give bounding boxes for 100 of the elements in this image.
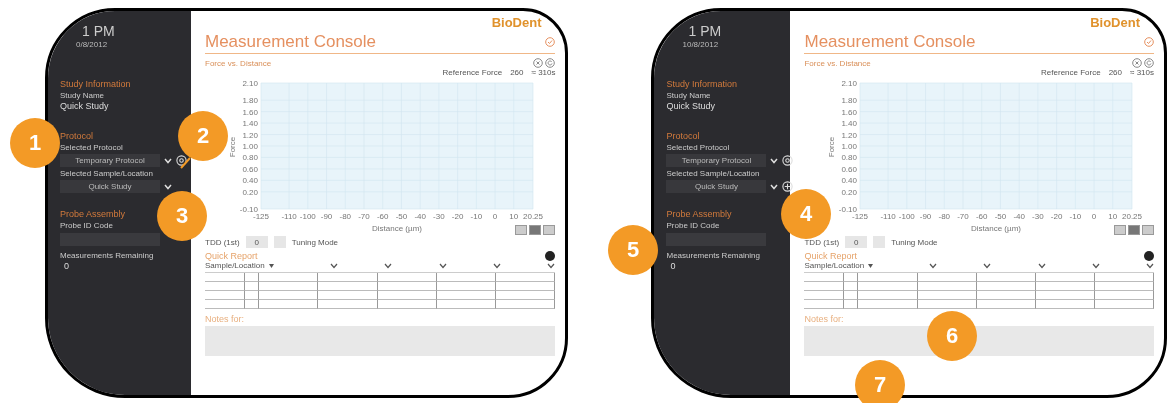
checkbox-label: Tuning Mode <box>891 237 938 247</box>
x-tick-label: -60 <box>976 212 988 221</box>
sample-dropdown[interactable]: Quick Study <box>60 180 160 193</box>
y-axis-label: Force <box>827 136 837 158</box>
y-tick-label: 0.20 <box>242 187 258 197</box>
reference-label: Reference Force <box>1041 68 1101 77</box>
x-tick-label: -125 <box>852 212 869 221</box>
section-heading: Quick Report <box>205 251 258 261</box>
chevron-icon[interactable] <box>1037 262 1046 269</box>
sort-icon[interactable] <box>268 263 274 268</box>
logo: BioDent <box>491 15 542 30</box>
refresh-icon[interactable] <box>1144 58 1154 68</box>
x-tick-label: -60 <box>376 212 389 221</box>
x-tick-label: -30 <box>1032 212 1045 221</box>
field-label: Study Name <box>666 91 711 100</box>
x-axis-label: Distance (µm) <box>971 224 1022 233</box>
zoom-in-button[interactable] <box>543 225 556 235</box>
zoom-fit-button[interactable] <box>529 225 542 235</box>
x-tick-label: -40 <box>414 212 426 221</box>
add-icon[interactable] <box>782 181 794 192</box>
x-tick-label: -90 <box>320 212 333 221</box>
x-tick-label: -110 <box>880 212 897 221</box>
field-label: Selected Protocol <box>666 143 730 152</box>
y-tick-label: 1.80 <box>841 96 858 106</box>
reference-value: 260 <box>1108 68 1123 77</box>
x-tick-label: 0 <box>1092 212 1097 221</box>
x-tick-label: 20.25 <box>1122 212 1143 221</box>
section-heading: Probe Assembly <box>60 209 126 219</box>
protocol-dropdown[interactable]: Temporary Protocol <box>60 154 160 167</box>
section-heading: Study Information <box>60 79 131 89</box>
tdd-field[interactable]: 0 <box>845 236 868 248</box>
chevron-icon[interactable] <box>329 262 338 269</box>
chevron-icon[interactable] <box>983 262 992 269</box>
logo: BioDent <box>1090 15 1140 30</box>
section-heading: Protocol <box>666 131 700 141</box>
clock-time: 1 PM <box>688 23 722 39</box>
x-tick-label: -110 <box>281 212 297 221</box>
study-name-value: Quick Study <box>60 101 109 111</box>
section-heading: Study Information <box>666 79 738 89</box>
chevron-icon[interactable] <box>384 262 393 269</box>
tdd-field[interactable]: 0 <box>245 236 268 248</box>
x-tick-label: -90 <box>920 212 932 221</box>
notes-label: Notes for: <box>804 314 845 324</box>
y-tick-label: 1.40 <box>242 119 258 129</box>
field-label: Probe ID Code <box>666 221 720 230</box>
field-label: Selected Sample/Location <box>666 169 760 178</box>
x-tick-label: -20 <box>1051 212 1063 221</box>
x-tick-label: 10 <box>1108 212 1118 221</box>
y-tick-label: 1.20 <box>242 130 258 140</box>
section-heading: Probe Assembly <box>666 209 732 219</box>
y-axis-label: Force <box>228 136 237 158</box>
chevron-icon[interactable] <box>493 262 502 269</box>
chevron-icon[interactable] <box>438 262 447 269</box>
y-tick-label: -0.10 <box>839 205 858 214</box>
y-tick-label: 1.00 <box>841 142 858 151</box>
callout-badge: 5 <box>608 225 658 275</box>
close-icon[interactable] <box>1132 58 1142 68</box>
settings-icon[interactable] <box>782 155 794 166</box>
field-label: Selected Protocol <box>60 143 123 152</box>
round-button[interactable] <box>545 251 556 261</box>
remaining-count: 0 <box>64 261 69 271</box>
zoom-out-button[interactable] <box>515 225 528 235</box>
y-tick-label: -0.10 <box>239 205 258 214</box>
check-icon[interactable] <box>545 37 556 47</box>
y-tick-label: 0.40 <box>841 176 858 186</box>
round-button[interactable] <box>1144 251 1154 261</box>
settings-icon[interactable] <box>176 155 187 166</box>
field-label: Probe ID Code <box>60 221 113 230</box>
tuning-mode-checkbox[interactable] <box>273 236 286 248</box>
x-tick-label: -40 <box>1013 212 1026 221</box>
y-tick-label: 1.60 <box>841 107 858 117</box>
column-header[interactable]: Sample/Location <box>205 261 265 270</box>
x-tick-label: -100 <box>899 212 916 221</box>
reference-value: 260 <box>510 68 524 77</box>
sample-dropdown[interactable]: Quick Study <box>666 180 767 193</box>
reference-label: Reference Force <box>442 68 503 77</box>
chevron-icon[interactable] <box>547 262 556 269</box>
column-header[interactable]: Sample/Location <box>804 261 865 270</box>
y-tick-label: 0.60 <box>841 164 858 174</box>
field-label: Measurements Remaining <box>60 251 154 260</box>
chart-title: Force vs. Distance <box>804 58 871 68</box>
close-icon[interactable] <box>533 58 544 68</box>
tuning-mode-checkbox[interactable] <box>873 236 886 248</box>
check-icon[interactable] <box>1144 37 1154 47</box>
tdd-label: TDD (1st) <box>804 237 840 247</box>
clock-date: 0/8/2012 <box>76 40 108 49</box>
x-tick-label: -50 <box>395 212 408 221</box>
chevron-icon[interactable] <box>1091 262 1100 269</box>
chart-title: Force vs. Distance <box>205 58 272 68</box>
chevron-icon[interactable] <box>929 262 938 269</box>
field-label: Study Name <box>60 91 105 100</box>
protocol-dropdown[interactable]: Temporary Protocol <box>666 154 767 167</box>
notes-label: Notes for: <box>205 314 245 324</box>
sort-icon[interactable] <box>868 263 874 268</box>
x-tick-label: -70 <box>358 212 370 221</box>
refresh-icon[interactable] <box>545 58 556 68</box>
x-tick-label: -70 <box>957 212 970 221</box>
y-tick-label: 0.40 <box>242 176 258 186</box>
x-tick-label: -10 <box>1070 212 1082 221</box>
chevron-icon[interactable] <box>1146 262 1154 269</box>
